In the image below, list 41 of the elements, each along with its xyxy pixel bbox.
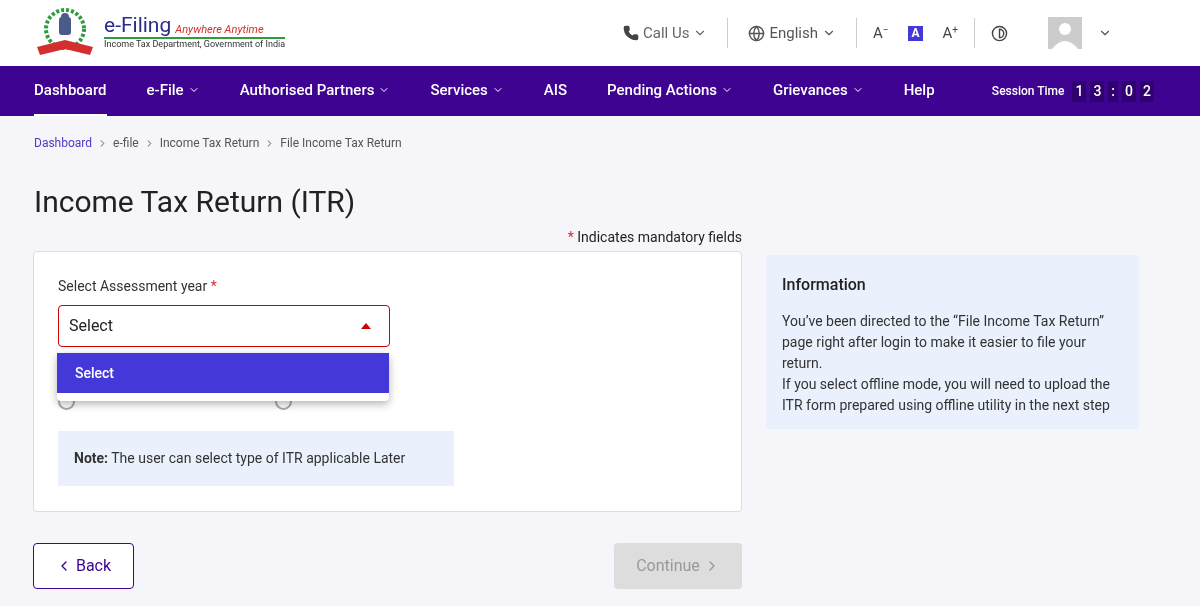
- field-label: Select Assessment year *: [58, 277, 218, 296]
- globe-icon: [748, 24, 766, 42]
- phone-icon: [623, 25, 639, 41]
- breadcrumb-link[interactable]: e-file: [113, 134, 139, 152]
- nav-tab[interactable]: Grievances: [773, 66, 864, 116]
- nav-tab[interactable]: AIS: [543, 66, 568, 116]
- information-title: Information: [782, 274, 867, 296]
- caret-icon: [361, 323, 371, 329]
- call-us-button[interactable]: Call Us: [603, 21, 728, 45]
- font-size-button[interactable]: A$^{−}$: [872, 25, 889, 41]
- brand-name: e-Filing: [104, 15, 172, 37]
- session-time-label: Session Time: [991, 83, 1065, 100]
- breadcrumb-link[interactable]: Income Tax Return: [159, 134, 260, 152]
- font-size-button[interactable]: A$^{+}$: [942, 25, 958, 41]
- nav-tab[interactable]: Services: [430, 66, 504, 116]
- nav-tab[interactable]: Pending Actions: [607, 66, 733, 116]
- information-text: You’ve been directed to the “File Income Tax Return” page right after login to make it easier to file your return.: [782, 312, 1105, 373]
- information-text: If you select offline mode, you will need to upload the ITR form prepared using offline utility in the next step: [782, 375, 1111, 415]
- session-time-digit: 1: [1072, 80, 1087, 102]
- session-time-digit: 3: [1090, 80, 1105, 102]
- assessment-year-select[interactable]: Select: [58, 305, 390, 347]
- session-time-digit: 0: [1122, 80, 1137, 102]
- page-title: Income Tax Return (ITR): [33, 187, 357, 217]
- breadcrumb-link[interactable]: File Income Tax Return: [280, 134, 402, 152]
- nav-tab[interactable]: Authorised Partners: [239, 66, 391, 116]
- nav-tab[interactable]: Help: [903, 66, 935, 116]
- font-size-button[interactable]: A: [908, 25, 923, 41]
- session-time-digit: :: [1108, 80, 1119, 102]
- breadcrumb-link[interactable]: Dashboard: [34, 134, 93, 152]
- contrast-icon: [991, 24, 1008, 42]
- note-text: Note: The user can select type of ITR applicable Later: [74, 449, 406, 468]
- dropdown-option[interactable]: Select: [57, 353, 389, 393]
- brand-tagline: Anywhere Anytime: [175, 24, 264, 37]
- mandatory-note: * Indicates mandatory fields: [567, 228, 742, 247]
- session-time-digit: 2: [1140, 80, 1154, 102]
- language-button[interactable]: English: [728, 21, 856, 45]
- back-button[interactable]: Back: [33, 543, 134, 589]
- nav-tab[interactable]: Dashboard: [34, 66, 107, 116]
- department-name: Income Tax Department, Government of India: [104, 39, 286, 51]
- avatar-icon[interactable]: [1048, 17, 1082, 49]
- nav-tab[interactable]: e-File: [146, 66, 200, 116]
